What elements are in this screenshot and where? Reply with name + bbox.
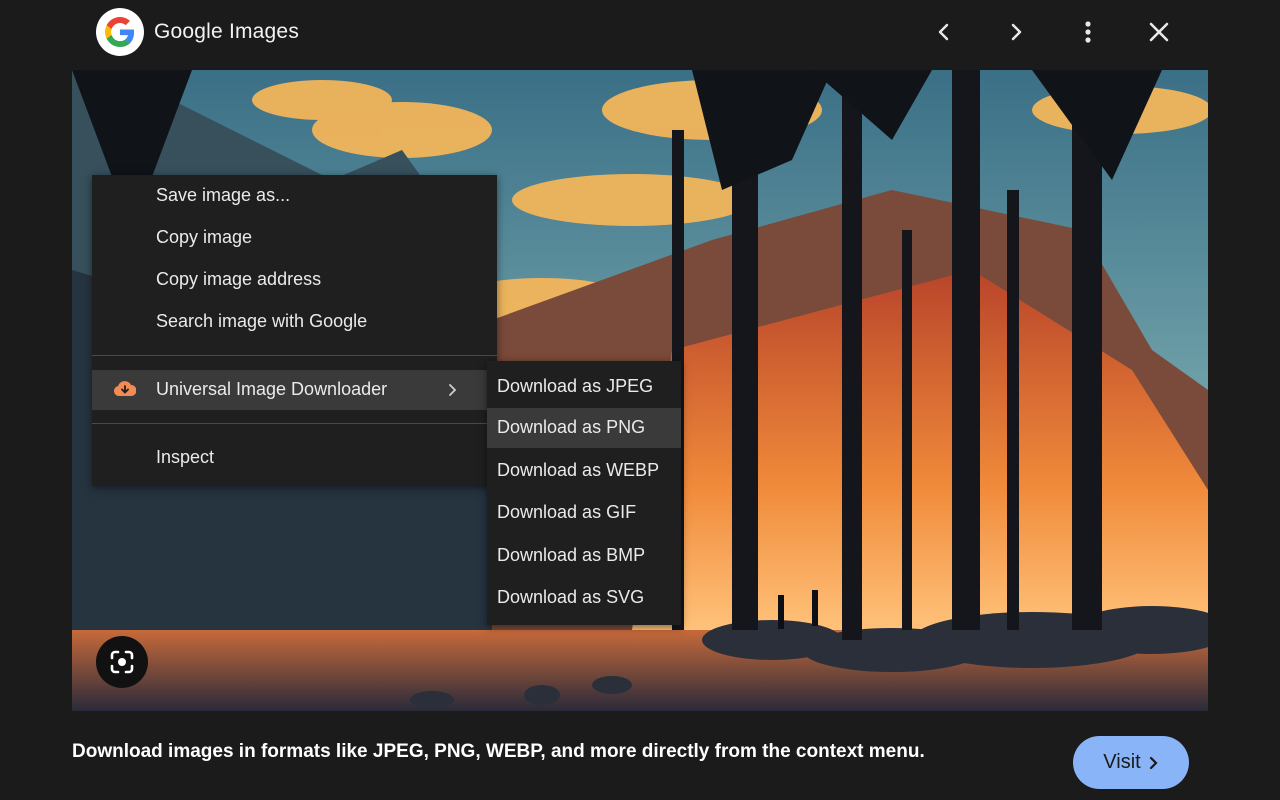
more-vert-icon: [1085, 21, 1091, 43]
visit-button[interactable]: Visit: [1073, 736, 1189, 789]
menu-item-inspect[interactable]: Inspect: [92, 438, 497, 478]
chevron-right-icon: [449, 384, 457, 396]
close-icon: [1149, 22, 1169, 42]
google-lens-button[interactable]: [96, 636, 148, 688]
menu-divider: [92, 423, 497, 424]
more-options-button[interactable]: [1070, 14, 1106, 50]
menu-divider: [92, 355, 497, 356]
chevron-left-icon: [938, 23, 949, 41]
chevron-right-icon: [1149, 756, 1158, 769]
next-button[interactable]: [998, 14, 1034, 50]
google-logo-icon: [96, 8, 144, 56]
submenu-item-bmp[interactable]: Download as BMP: [487, 536, 681, 576]
downloader-submenu: Download as JPEG Download as PNG Downloa…: [487, 361, 681, 625]
menu-item-search-image[interactable]: Search image with Google: [92, 302, 497, 342]
submenu-item-gif[interactable]: Download as GIF: [487, 493, 681, 533]
menu-item-copy-image-address[interactable]: Copy image address: [92, 260, 497, 300]
visit-label: Visit: [1103, 751, 1141, 773]
menu-item-universal-image-downloader[interactable]: Universal Image Downloader: [92, 370, 497, 410]
previous-button[interactable]: [926, 14, 962, 50]
context-menu: Save image as... Copy image Copy image a…: [92, 175, 497, 486]
submenu-item-jpeg[interactable]: Download as JPEG: [487, 367, 681, 407]
submenu-item-webp[interactable]: Download as WEBP: [487, 451, 681, 491]
submenu-item-svg[interactable]: Download as SVG: [487, 578, 681, 618]
menu-item-copy-image[interactable]: Copy image: [92, 218, 497, 258]
viewer-title: Google Images: [154, 20, 300, 43]
cloud-download-icon: [114, 381, 136, 396]
submenu-item-png[interactable]: Download as PNG: [487, 408, 681, 448]
lens-icon: [110, 650, 134, 674]
menu-item-save-image[interactable]: Save image as...: [92, 176, 497, 216]
viewer-header: Google Images: [72, 0, 1208, 66]
image-description: Download images in formats like JPEG, PN…: [72, 741, 925, 762]
chevron-right-icon: [1011, 23, 1022, 41]
close-button[interactable]: [1141, 14, 1177, 50]
